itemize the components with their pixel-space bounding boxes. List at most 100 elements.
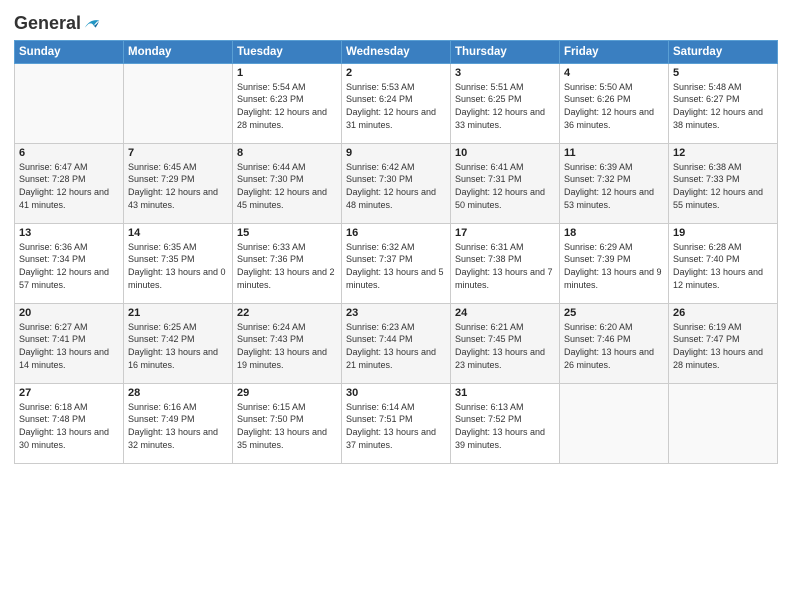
day-info: Sunrise: 6:29 AMSunset: 7:39 PMDaylight:… — [564, 241, 664, 291]
day-number: 27 — [19, 387, 119, 399]
calendar-cell: 3Sunrise: 5:51 AMSunset: 6:25 PMDaylight… — [451, 63, 560, 143]
day-number: 29 — [237, 387, 337, 399]
day-info: Sunrise: 5:53 AMSunset: 6:24 PMDaylight:… — [346, 81, 446, 131]
day-number: 19 — [673, 227, 773, 239]
calendar-cell: 19 Sunrise: 6:28 AMSunset: 7:40 PMDayligh… — [669, 223, 778, 303]
calendar-cell: 17 Sunrise: 6:31 AMSunset: 7:38 PMDayligh… — [451, 223, 560, 303]
calendar-cell: 5 Sunrise: 5:48 AMSunset: 6:27 PMDaylight… — [669, 63, 778, 143]
day-info: Sunrise: 6:19 AMSunset: 7:47 PMDaylight:… — [673, 321, 773, 371]
calendar-cell: 24 Sunrise: 6:21 AMSunset: 7:45 PMDayligh… — [451, 303, 560, 383]
day-number: 24 — [455, 307, 555, 319]
calendar-cell — [560, 383, 669, 463]
day-info: Sunrise: 6:32 AMSunset: 7:37 PMDaylight:… — [346, 241, 446, 291]
day-number: 5 — [673, 67, 773, 79]
col-header-tuesday: Tuesday — [233, 40, 342, 63]
day-info: Sunrise: 6:45 AMSunset: 7:29 PMDaylight:… — [128, 161, 228, 211]
calendar-cell: 30 Sunrise: 6:14 AMSunset: 7:51 PMDayligh… — [342, 383, 451, 463]
calendar-cell: 23Sunrise: 6:23 AMSunset: 7:44 PMDayligh… — [342, 303, 451, 383]
day-number: 12 — [673, 147, 773, 159]
day-info: Sunrise: 6:31 AMSunset: 7:38 PMDaylight:… — [455, 241, 555, 291]
day-number: 30 — [346, 387, 446, 399]
week-row-3: 13 Sunrise: 6:36 AMSunset: 7:34 PMDayligh… — [15, 223, 778, 303]
calendar-cell — [669, 383, 778, 463]
day-number: 18 — [564, 227, 664, 239]
calendar-cell: 26 Sunrise: 6:19 AMSunset: 7:47 PMDayligh… — [669, 303, 778, 383]
day-number: 23 — [346, 307, 446, 319]
calendar-cell: 21 Sunrise: 6:25 AMSunset: 7:42 PMDayligh… — [124, 303, 233, 383]
day-number: 31 — [455, 387, 555, 399]
calendar-cell: 18 Sunrise: 6:29 AMSunset: 7:39 PMDayligh… — [560, 223, 669, 303]
day-info: Sunrise: 6:36 AMSunset: 7:34 PMDaylight:… — [19, 241, 119, 291]
day-number: 16 — [346, 227, 446, 239]
day-info: Sunrise: 6:42 AMSunset: 7:30 PMDaylight:… — [346, 161, 446, 211]
calendar-cell: 7Sunrise: 6:45 AMSunset: 7:29 PMDaylight… — [124, 143, 233, 223]
calendar-cell: 10Sunrise: 6:41 AMSunset: 7:31 PMDayligh… — [451, 143, 560, 223]
day-number: 26 — [673, 307, 773, 319]
calendar-cell — [15, 63, 124, 143]
col-header-thursday: Thursday — [451, 40, 560, 63]
day-number: 2 — [346, 67, 446, 79]
calendar-cell: 2 Sunrise: 5:53 AMSunset: 6:24 PMDaylight… — [342, 63, 451, 143]
col-header-monday: Monday — [124, 40, 233, 63]
day-number: 25 — [564, 307, 664, 319]
day-info: Sunrise: 5:48 AMSunset: 6:27 PMDaylight:… — [673, 81, 773, 131]
week-row-5: 27 Sunrise: 6:18 AMSunset: 7:48 PMDayligh… — [15, 383, 778, 463]
col-header-friday: Friday — [560, 40, 669, 63]
day-info: Sunrise: 6:41 AMSunset: 7:31 PMDaylight:… — [455, 161, 555, 211]
calendar-cell: 14 Sunrise: 6:35 AMSunset: 7:35 PMDayligh… — [124, 223, 233, 303]
day-info: Sunrise: 5:54 AMSunset: 6:23 PMDaylight:… — [237, 81, 337, 131]
day-info: Sunrise: 6:20 AMSunset: 7:46 PMDaylight:… — [564, 321, 664, 371]
logo-bird-icon — [83, 15, 101, 33]
day-number: 9 — [346, 147, 446, 159]
calendar-cell: 25 Sunrise: 6:20 AMSunset: 7:46 PMDayligh… — [560, 303, 669, 383]
day-info: Sunrise: 6:33 AMSunset: 7:36 PMDaylight:… — [237, 241, 337, 291]
day-info: Sunrise: 6:38 AMSunset: 7:33 PMDaylight:… — [673, 161, 773, 211]
day-number: 3 — [455, 67, 555, 79]
calendar-cell: 9 Sunrise: 6:42 AMSunset: 7:30 PMDaylight… — [342, 143, 451, 223]
calendar-cell: 27 Sunrise: 6:18 AMSunset: 7:48 PMDayligh… — [15, 383, 124, 463]
day-number: 17 — [455, 227, 555, 239]
calendar-page: General SundayMondayTuesdayWednesdayThur… — [0, 0, 792, 612]
day-number: 6 — [19, 147, 119, 159]
day-number: 14 — [128, 227, 228, 239]
calendar-cell: 29Sunrise: 6:15 AMSunset: 7:50 PMDayligh… — [233, 383, 342, 463]
day-info: Sunrise: 6:13 AMSunset: 7:52 PMDaylight:… — [455, 401, 555, 451]
day-number: 13 — [19, 227, 119, 239]
calendar-cell: 8Sunrise: 6:44 AMSunset: 7:30 PMDaylight… — [233, 143, 342, 223]
calendar-cell: 20 Sunrise: 6:27 AMSunset: 7:41 PMDayligh… — [15, 303, 124, 383]
day-info: Sunrise: 6:27 AMSunset: 7:41 PMDaylight:… — [19, 321, 119, 371]
day-number: 21 — [128, 307, 228, 319]
day-info: Sunrise: 6:14 AMSunset: 7:51 PMDaylight:… — [346, 401, 446, 451]
day-info: Sunrise: 6:25 AMSunset: 7:42 PMDaylight:… — [128, 321, 228, 371]
calendar-cell: 28Sunrise: 6:16 AMSunset: 7:49 PMDayligh… — [124, 383, 233, 463]
day-number: 11 — [564, 147, 664, 159]
day-info: Sunrise: 6:24 AMSunset: 7:43 PMDaylight:… — [237, 321, 337, 371]
calendar-cell: 1 Sunrise: 5:54 AMSunset: 6:23 PMDaylight… — [233, 63, 342, 143]
day-number: 20 — [19, 307, 119, 319]
header: General — [14, 10, 778, 34]
calendar-cell: 13 Sunrise: 6:36 AMSunset: 7:34 PMDayligh… — [15, 223, 124, 303]
calendar-cell — [124, 63, 233, 143]
day-number: 4 — [564, 67, 664, 79]
calendar-cell: 22 Sunrise: 6:24 AMSunset: 7:43 PMDayligh… — [233, 303, 342, 383]
col-header-wednesday: Wednesday — [342, 40, 451, 63]
logo: General — [14, 14, 101, 34]
day-info: Sunrise: 6:47 AMSunset: 7:28 PMDaylight:… — [19, 161, 119, 211]
week-row-1: 1 Sunrise: 5:54 AMSunset: 6:23 PMDaylight… — [15, 63, 778, 143]
day-number: 8 — [237, 147, 337, 159]
calendar-cell: 15 Sunrise: 6:33 AMSunset: 7:36 PMDayligh… — [233, 223, 342, 303]
day-info: Sunrise: 6:21 AMSunset: 7:45 PMDaylight:… — [455, 321, 555, 371]
calendar-cell: 6 Sunrise: 6:47 AMSunset: 7:28 PMDaylight… — [15, 143, 124, 223]
day-info: Sunrise: 5:50 AMSunset: 6:26 PMDaylight:… — [564, 81, 664, 131]
col-header-sunday: Sunday — [15, 40, 124, 63]
day-number: 22 — [237, 307, 337, 319]
calendar-cell: 4 Sunrise: 5:50 AMSunset: 6:26 PMDaylight… — [560, 63, 669, 143]
day-info: Sunrise: 6:28 AMSunset: 7:40 PMDaylight:… — [673, 241, 773, 291]
day-info: Sunrise: 6:35 AMSunset: 7:35 PMDaylight:… — [128, 241, 228, 291]
day-number: 15 — [237, 227, 337, 239]
header-row: SundayMondayTuesdayWednesdayThursdayFrid… — [15, 40, 778, 63]
col-header-saturday: Saturday — [669, 40, 778, 63]
day-info: Sunrise: 6:18 AMSunset: 7:48 PMDaylight:… — [19, 401, 119, 451]
day-number: 1 — [237, 67, 337, 79]
calendar-cell: 11Sunrise: 6:39 AMSunset: 7:32 PMDayligh… — [560, 143, 669, 223]
